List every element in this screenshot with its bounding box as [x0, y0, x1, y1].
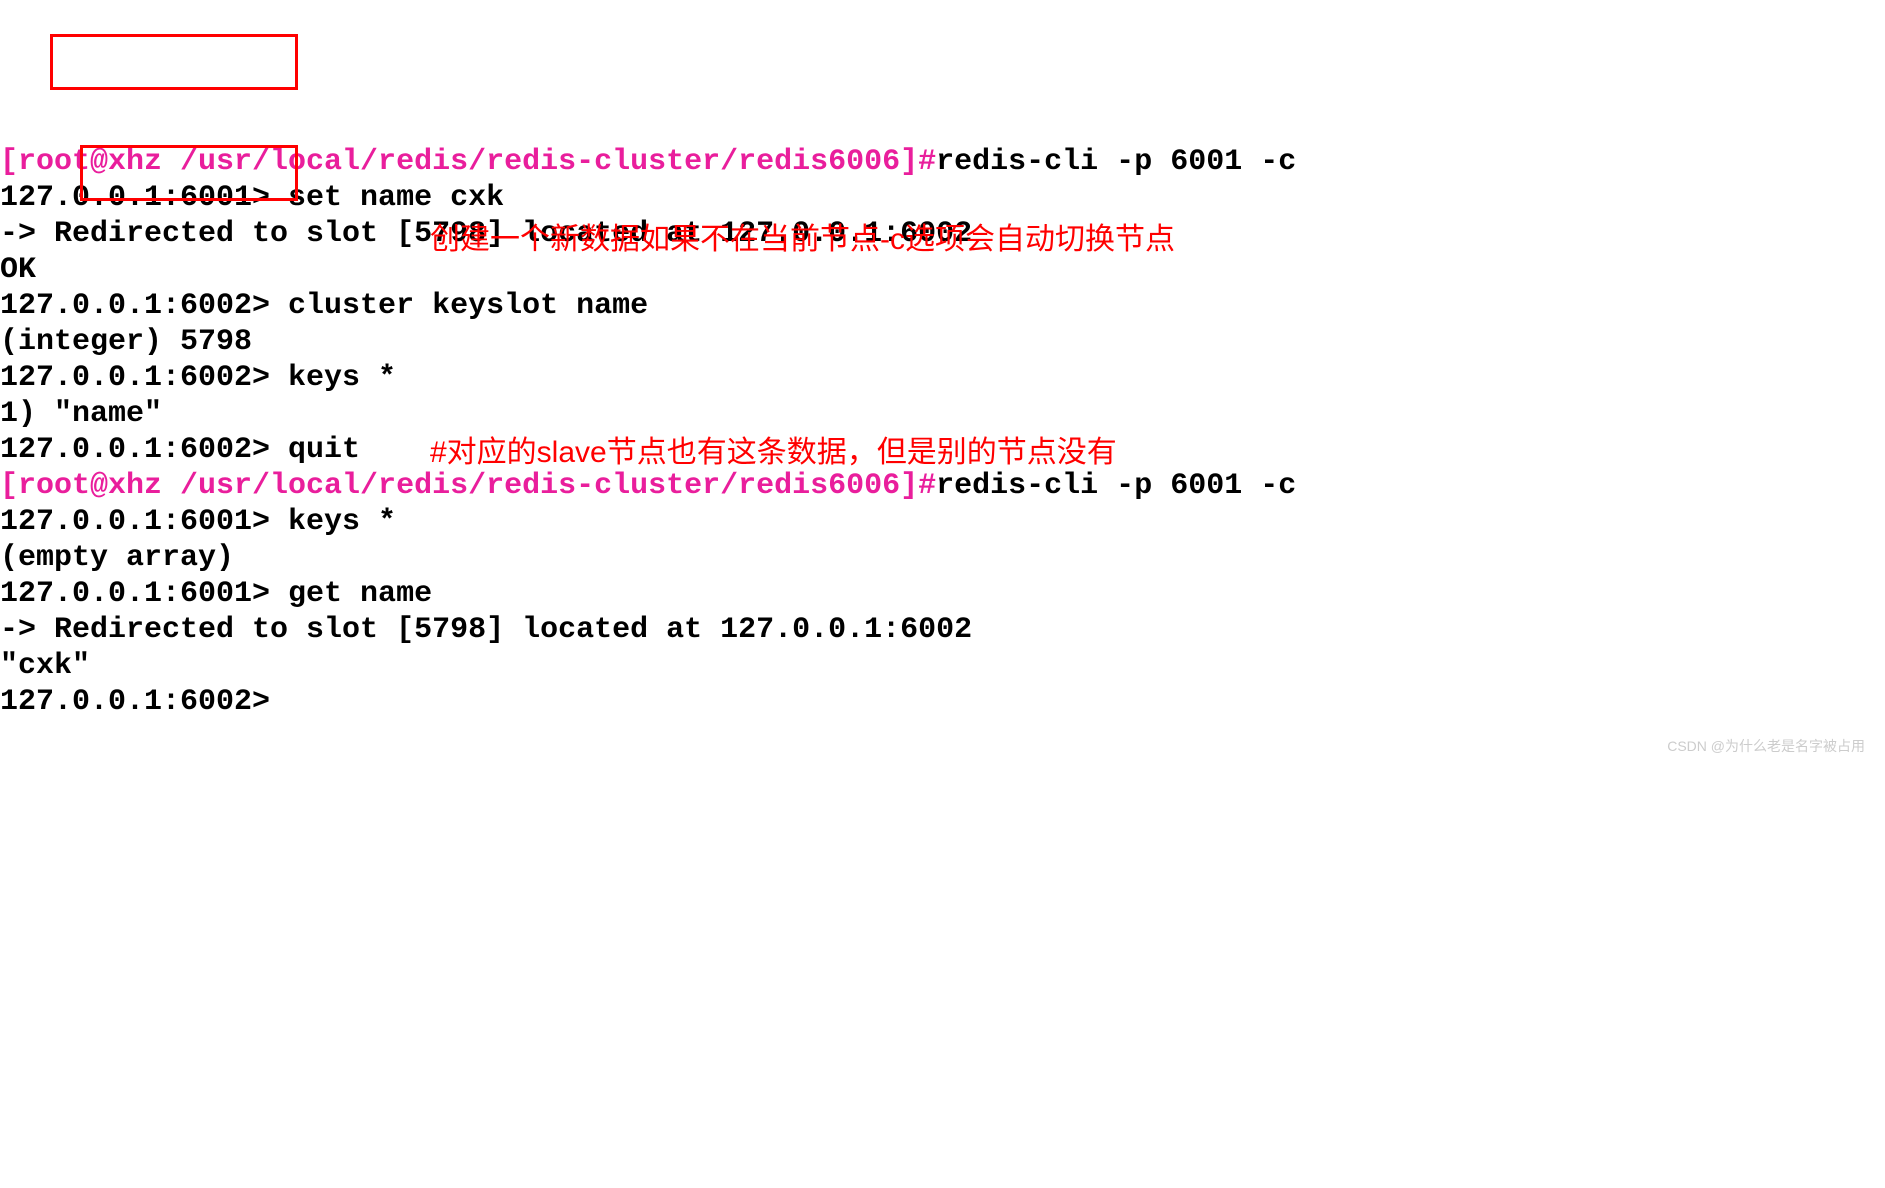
terminal-segment: redis-cli -p 6001 -c: [936, 145, 1296, 179]
terminal-segment: "cxk": [0, 649, 90, 683]
terminal-line: 127.0.0.1:6002> cluster keyslot name: [0, 288, 1885, 324]
terminal-segment: 127.0.0.1:6002> keys *: [0, 361, 396, 395]
terminal-line: -> Redirected to slot [5798] located at …: [0, 612, 1885, 648]
terminal-line: 127.0.0.1:6001> keys *: [0, 504, 1885, 540]
terminal-segment: redis-cli -p 6001 -c: [936, 469, 1296, 503]
terminal-segment: 127.0.0.1:6002> cluster keyslot name: [0, 289, 648, 323]
watermark: CSDN @为什么老是名字被占用: [1667, 738, 1865, 755]
terminal-segment: -> Redirected to slot [5798] located at …: [0, 613, 972, 647]
terminal-segment: 127.0.0.1:6001> keys *: [0, 505, 396, 539]
terminal-segment: (integer) 5798: [0, 325, 252, 359]
terminal-segment: 127.0.0.1:6001> get name: [0, 577, 432, 611]
terminal-line: 127.0.0.1:6001> get name: [0, 576, 1885, 612]
terminal-segment: 127.0.0.1:6002>: [0, 685, 270, 719]
terminal-segment: [root@xhz /usr/local/redis/redis-cluster…: [0, 469, 936, 503]
terminal-line: (integer) 5798: [0, 324, 1885, 360]
terminal-segment: 127.0.0.1:6002> quit: [0, 433, 360, 467]
highlight-box-2: [80, 145, 298, 201]
highlight-box-1: [50, 34, 298, 90]
terminal-line: "cxk": [0, 648, 1885, 684]
terminal-line: [root@xhz /usr/local/redis/redis-cluster…: [0, 468, 1885, 504]
terminal-line: 1) "name": [0, 396, 1885, 432]
terminal-line: (empty array): [0, 540, 1885, 576]
terminal-line: 127.0.0.1:6002>: [0, 684, 1885, 720]
annotation-1: 创建一个新数据如果不在当前节点-c选项会自动切换节点: [430, 222, 1175, 258]
annotation-2: #对应的slave节点也有这条数据，但是别的节点没有: [430, 435, 1117, 471]
terminal-segment: OK: [0, 253, 36, 287]
terminal-segment: (empty array): [0, 541, 234, 575]
terminal-segment: 1) "name": [0, 397, 162, 431]
terminal-line: 127.0.0.1:6002> keys *: [0, 360, 1885, 396]
